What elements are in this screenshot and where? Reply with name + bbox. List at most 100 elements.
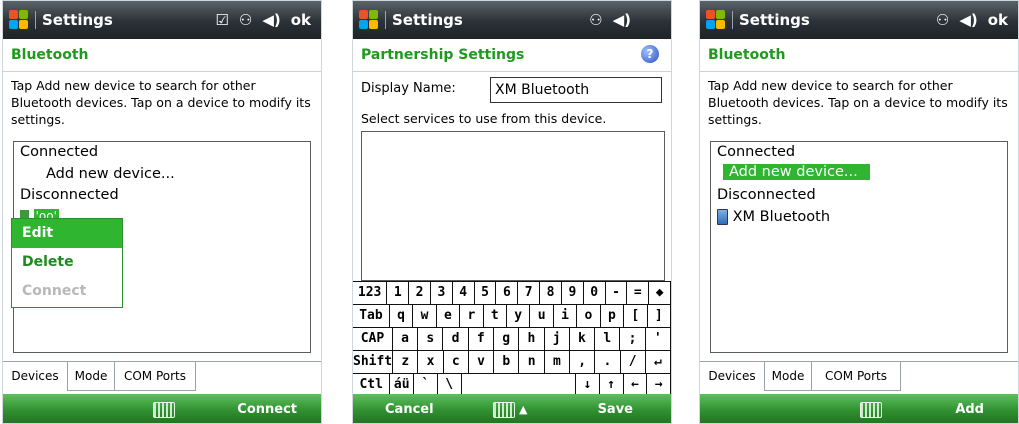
- add-new-device-item[interactable]: Add new device...: [46, 166, 175, 182]
- key[interactable]: r: [460, 305, 484, 327]
- keyboard-icon[interactable]: [493, 402, 515, 418]
- key[interactable]: h: [519, 328, 545, 350]
- device-list[interactable]: Connected Add new device... Disconnected…: [710, 141, 1008, 353]
- device-item[interactable]: XM Bluetooth: [717, 209, 830, 225]
- volume-icon[interactable]: ◀︎): [262, 11, 280, 29]
- help-icon[interactable]: ?: [641, 45, 659, 63]
- key[interactable]: `: [414, 374, 438, 396]
- key[interactable]: d: [443, 328, 469, 350]
- key[interactable]: CAP: [353, 328, 393, 350]
- save-softkey[interactable]: Save: [598, 402, 633, 417]
- ok-button[interactable]: ok: [291, 11, 311, 29]
- tab-mode[interactable]: Mode: [765, 362, 812, 391]
- key[interactable]: k: [570, 328, 596, 350]
- key[interactable]: áü: [390, 374, 415, 396]
- key[interactable]: 123: [353, 282, 388, 304]
- key[interactable]: =: [627, 282, 650, 304]
- windows-logo-icon[interactable]: [706, 10, 726, 30]
- connectivity-icon[interactable]: ⚇: [589, 11, 602, 29]
- key[interactable]: q: [390, 305, 414, 327]
- add-new-device-item[interactable]: Add new device...: [723, 164, 870, 180]
- key[interactable]: 5: [475, 282, 497, 304]
- key[interactable]: ,: [570, 351, 596, 373]
- key[interactable]: ◆: [649, 282, 671, 304]
- key[interactable]: 6: [496, 282, 519, 304]
- key[interactable]: c: [444, 351, 469, 373]
- key[interactable]: ↵: [646, 351, 671, 373]
- key[interactable]: .: [595, 351, 621, 373]
- key[interactable]: ←: [624, 374, 648, 396]
- checkbox-icon[interactable]: ☑: [215, 11, 228, 29]
- key[interactable]: 4: [453, 282, 475, 304]
- windows-logo-icon[interactable]: [9, 10, 29, 30]
- key[interactable]: 1: [387, 282, 410, 304]
- key[interactable]: z: [393, 351, 419, 373]
- key[interactable]: o: [577, 305, 601, 327]
- display-name-field[interactable]: XM Bluetooth: [490, 77, 662, 103]
- title-separator: [732, 11, 733, 29]
- key[interactable]: n: [519, 351, 545, 373]
- key[interactable]: ]: [648, 305, 671, 327]
- key[interactable]: -: [606, 282, 628, 304]
- tab-com-ports[interactable]: COM Ports: [812, 362, 901, 391]
- key[interactable]: 3: [431, 282, 453, 304]
- key[interactable]: [462, 374, 577, 396]
- screen-partnership-settings: Settings ⚇ ◀︎) Partnership Settings ? Di…: [352, 0, 672, 424]
- key[interactable]: l: [595, 328, 621, 350]
- key[interactable]: ↓: [576, 374, 600, 396]
- key[interactable]: 2: [409, 282, 431, 304]
- key[interactable]: t: [484, 305, 507, 327]
- key[interactable]: i: [554, 305, 578, 327]
- key[interactable]: 7: [518, 282, 541, 304]
- key[interactable]: ': [646, 328, 671, 350]
- key[interactable]: x: [418, 351, 444, 373]
- connect-softkey[interactable]: Connect: [237, 402, 297, 417]
- key[interactable]: /: [621, 351, 646, 373]
- key[interactable]: f: [469, 328, 494, 350]
- key[interactable]: \: [438, 374, 462, 396]
- key[interactable]: u: [530, 305, 554, 327]
- tab-mode[interactable]: Mode: [68, 362, 115, 391]
- menu-item-connect: Connect: [22, 283, 87, 299]
- ok-button[interactable]: ok: [988, 11, 1008, 29]
- key[interactable]: 9: [562, 282, 584, 304]
- tab-com-ports[interactable]: COM Ports: [115, 362, 196, 391]
- tab-devices[interactable]: Devices: [700, 362, 765, 391]
- key[interactable]: m: [545, 351, 570, 373]
- keyboard-icon[interactable]: [153, 402, 175, 418]
- key[interactable]: →: [647, 374, 671, 396]
- key[interactable]: s: [418, 328, 444, 350]
- keyboard-row: 123 1 2 3 4 5 6 7 8 9 0- = ◆: [353, 281, 671, 305]
- key[interactable]: a: [393, 328, 419, 350]
- add-softkey[interactable]: Add: [955, 402, 984, 417]
- tab-devices[interactable]: Devices: [3, 362, 68, 391]
- volume-icon[interactable]: ◀︎): [613, 11, 631, 29]
- key[interactable]: [: [624, 305, 648, 327]
- services-list[interactable]: [361, 131, 665, 281]
- input-menu-arrow-icon[interactable]: ▲: [519, 403, 527, 416]
- menu-item-delete[interactable]: Delete: [12, 248, 122, 277]
- windows-logo-icon[interactable]: [359, 10, 379, 30]
- menu-item-edit[interactable]: Edit: [12, 219, 122, 248]
- soft-keyboard: 123 1 2 3 4 5 6 7 8 9 0- = ◆ Tab q w e r t y u i o p[] CAP a s d f g h…: [353, 281, 671, 397]
- connectivity-icon[interactable]: ⚇: [936, 11, 949, 29]
- connectivity-icon[interactable]: ⚇: [239, 11, 252, 29]
- key[interactable]: j: [545, 328, 570, 350]
- key[interactable]: Ctl: [353, 374, 391, 396]
- key[interactable]: 0: [584, 282, 606, 304]
- key[interactable]: y: [507, 305, 531, 327]
- key[interactable]: 8: [540, 282, 562, 304]
- key[interactable]: p: [601, 305, 625, 327]
- cancel-softkey[interactable]: Cancel: [385, 402, 434, 417]
- key[interactable]: Shift: [353, 351, 394, 373]
- key[interactable]: Tab: [353, 305, 390, 327]
- key[interactable]: b: [494, 351, 520, 373]
- key[interactable]: g: [494, 328, 520, 350]
- key[interactable]: v: [469, 351, 495, 373]
- key[interactable]: w: [413, 305, 437, 327]
- key[interactable]: ;: [620, 328, 646, 350]
- key[interactable]: e: [437, 305, 461, 327]
- keyboard-icon[interactable]: [860, 402, 882, 418]
- key[interactable]: ↑: [600, 374, 624, 396]
- volume-icon[interactable]: ◀︎): [959, 11, 977, 29]
